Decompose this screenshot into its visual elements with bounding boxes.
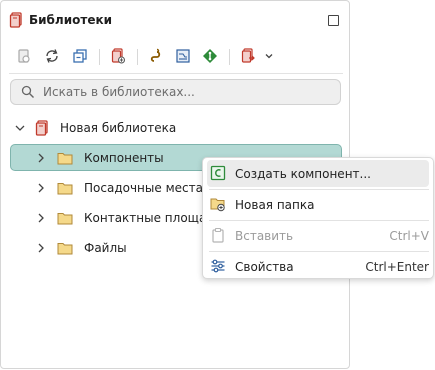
add-library-icon[interactable] (239, 47, 257, 65)
menu-item-create-component[interactable]: Создать компонент... (207, 160, 429, 187)
chevron-right-icon[interactable] (34, 181, 48, 195)
component-icon (210, 165, 226, 181)
link-icon[interactable] (147, 47, 165, 65)
menu-item-new-folder[interactable]: Новая папка (207, 191, 429, 218)
menu-separator (209, 251, 429, 252)
search-icon (21, 85, 35, 99)
chevron-right-icon[interactable] (34, 151, 48, 165)
panel-title-bar: Библиотеки (9, 11, 112, 29)
chevron-right-icon[interactable] (34, 211, 48, 225)
search-box (10, 79, 341, 105)
tree-root-library[interactable]: Новая библиотека (13, 115, 176, 141)
clipboard-icon (210, 227, 226, 243)
menu-item-shortcut: Ctrl+Enter (365, 259, 429, 274)
context-menu: Создать компонент... Новая папка Вставит… (202, 157, 434, 279)
tree-item-components[interactable]: Компоненты (34, 145, 164, 171)
footprint-icon[interactable] (201, 47, 219, 65)
panel-title: Библиотеки (29, 13, 113, 27)
library-properties-icon[interactable] (15, 47, 33, 65)
tree-item-label: Контактные площад (84, 211, 215, 225)
menu-item-shortcut: Ctrl+V (389, 228, 429, 243)
new-library-icon[interactable] (109, 47, 127, 65)
search-input[interactable] (43, 85, 323, 99)
chevron-right-icon[interactable] (34, 241, 48, 255)
menu-separator (209, 220, 429, 221)
menu-separator (209, 189, 429, 190)
tree-item-pads[interactable]: Контактные площад (34, 205, 215, 231)
folder-icon (57, 211, 73, 225)
menu-item-label: Вставить (235, 228, 294, 243)
collapse-all-icon[interactable] (71, 47, 89, 65)
menu-item-label: Свойства (235, 259, 294, 274)
folder-icon (57, 181, 73, 195)
menu-item-label: Создать компонент... (235, 166, 371, 181)
chevron-down-icon[interactable] (260, 47, 278, 65)
library-book-icon (35, 120, 49, 136)
chevron-down-icon[interactable] (13, 121, 27, 135)
tree-item-footprints[interactable]: Посадочные места (34, 175, 203, 201)
menu-item-paste[interactable]: Вставить Ctrl+V (207, 222, 429, 249)
folder-icon (57, 151, 73, 165)
new-folder-icon (210, 196, 226, 212)
maximize-button[interactable] (328, 15, 339, 26)
toolbar (9, 43, 343, 74)
tree-item-label: Посадочные места (84, 181, 203, 195)
tree-root-label: Новая библиотека (60, 121, 177, 135)
tree-item-label: Файлы (84, 241, 127, 255)
settings-sliders-icon (210, 258, 226, 274)
schematic-icon[interactable] (174, 47, 192, 65)
refresh-icon[interactable] (43, 47, 61, 65)
tree-item-files[interactable]: Файлы (34, 235, 127, 261)
tree-item-label: Компоненты (84, 151, 164, 165)
menu-item-label: Новая папка (235, 197, 315, 212)
menu-item-properties[interactable]: Свойства Ctrl+Enter (207, 253, 429, 280)
folder-icon (57, 241, 73, 255)
library-book-icon (9, 12, 23, 28)
